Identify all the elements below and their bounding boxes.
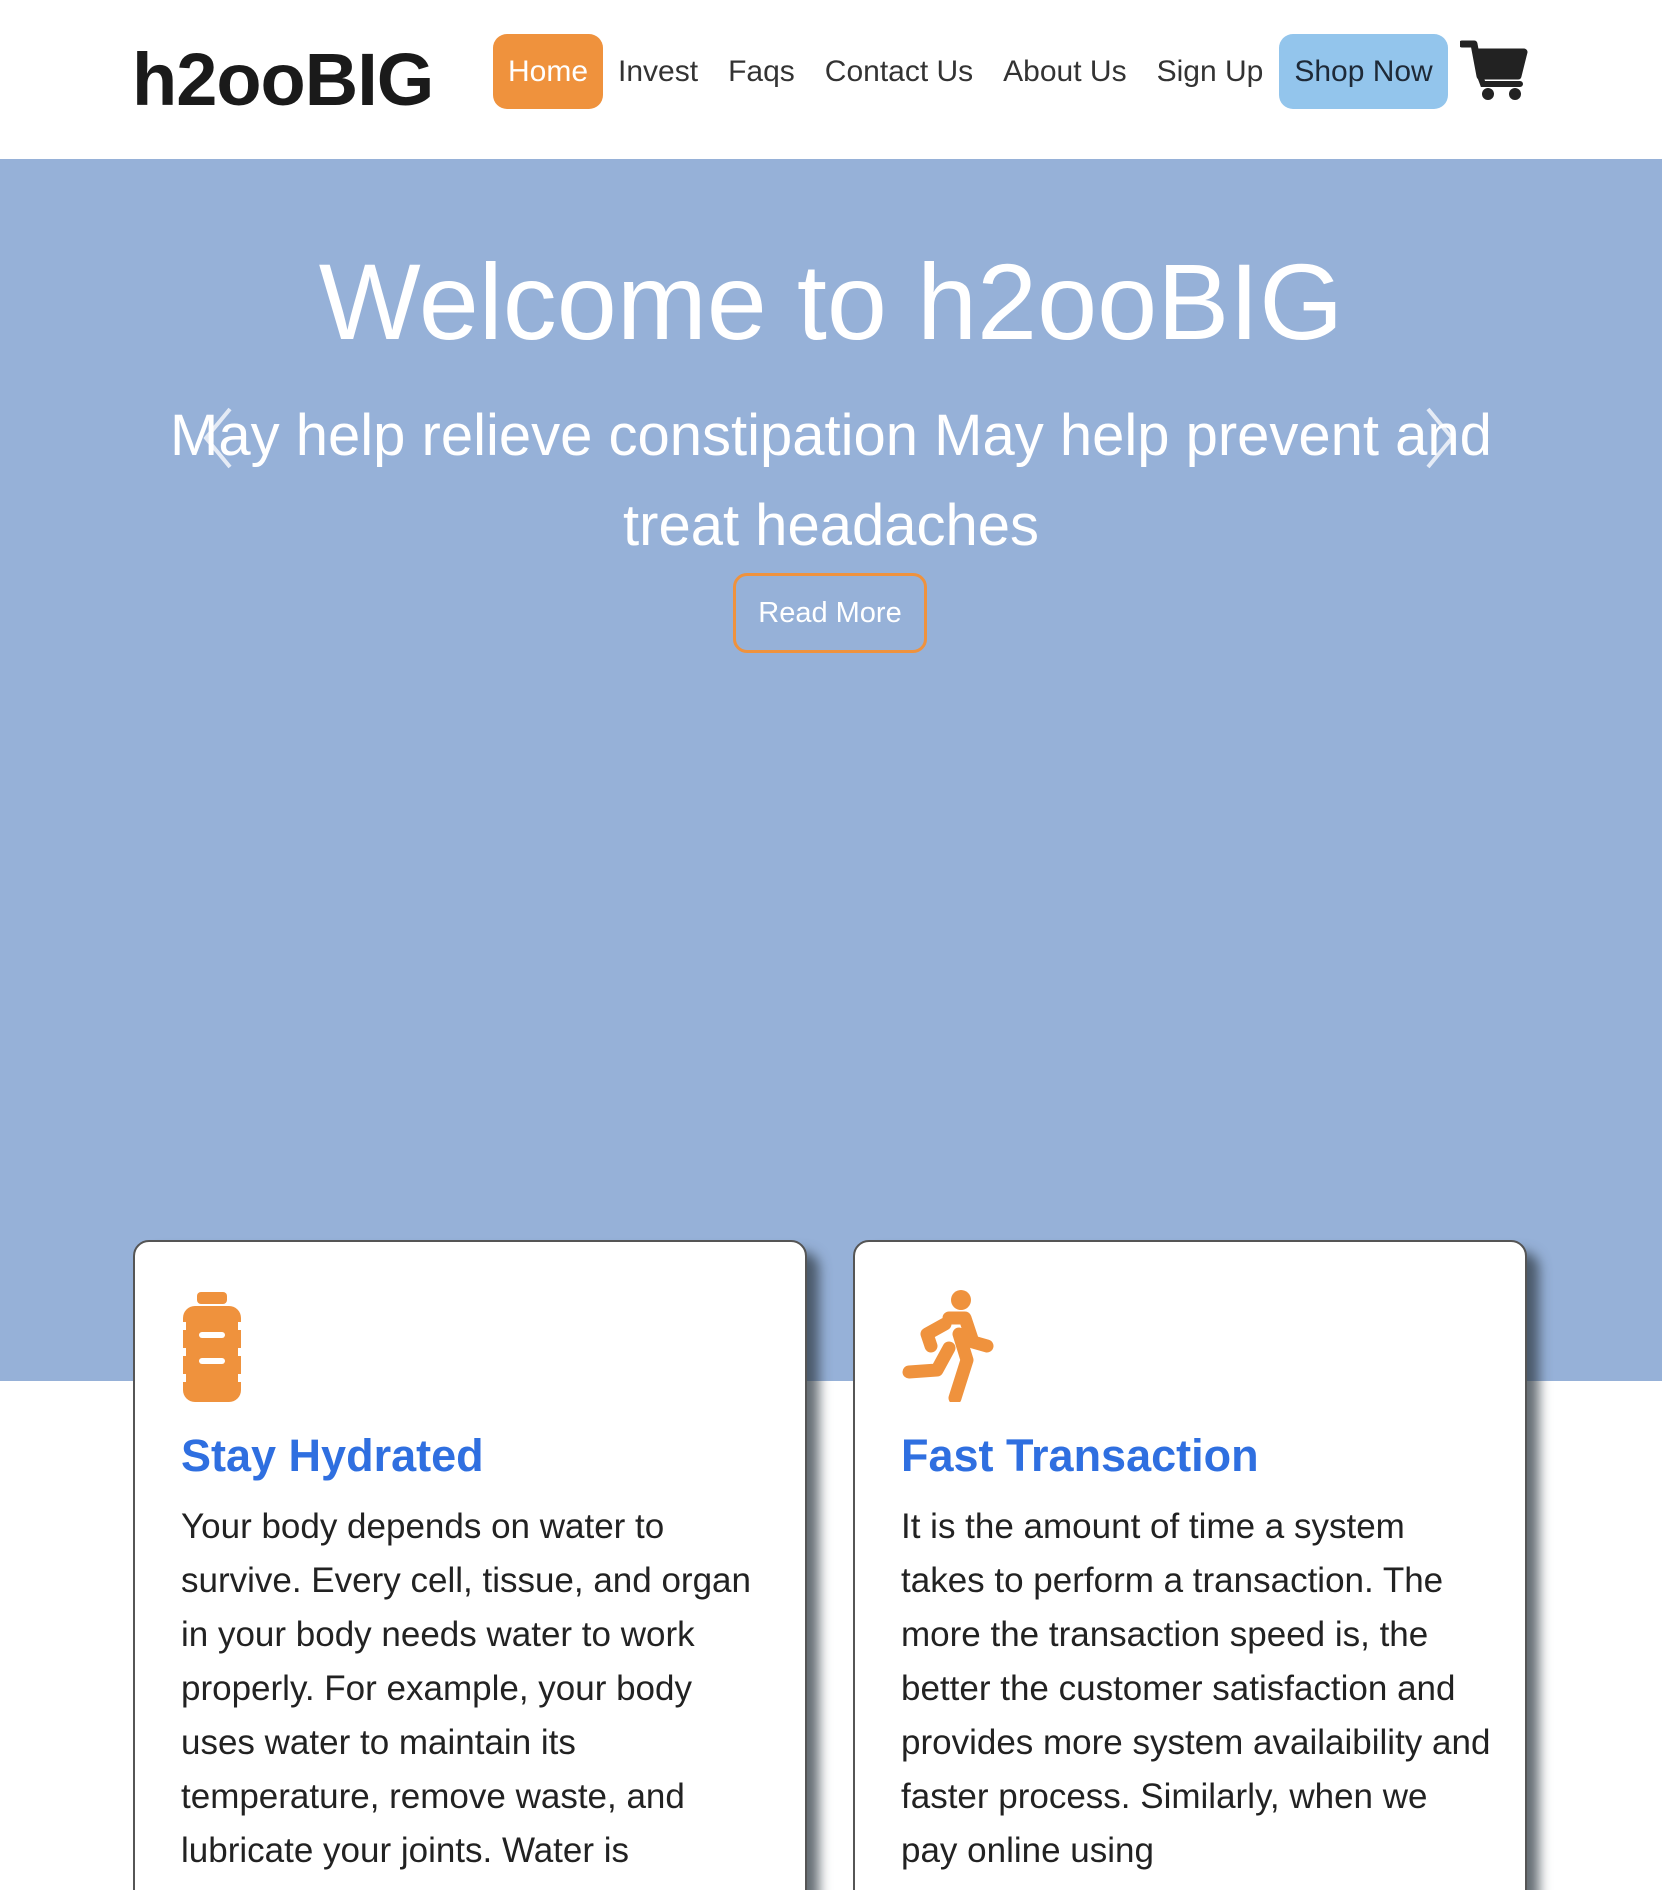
water-bottle-icon bbox=[181, 1292, 243, 1402]
shopping-cart-icon[interactable] bbox=[1460, 38, 1530, 102]
running-person-icon bbox=[902, 1290, 994, 1402]
nav-sign-up[interactable]: Sign Up bbox=[1142, 34, 1279, 109]
feature-card-transaction: Fast Transaction It is the amount of tim… bbox=[853, 1240, 1527, 1890]
nav-about-us[interactable]: About Us bbox=[988, 34, 1141, 109]
card-text: Your body depends on water to survive. E… bbox=[181, 1507, 751, 1870]
card-title[interactable]: Stay Hydrated bbox=[181, 1428, 484, 1484]
hero-carousel: Welcome to h2ooBIG May help relieve cons… bbox=[0, 159, 1662, 1381]
main-nav: Home Invest Faqs Contact Us About Us Sig… bbox=[493, 34, 1448, 109]
nav-contact-us[interactable]: Contact Us bbox=[810, 34, 988, 109]
nav-home[interactable]: Home bbox=[493, 34, 604, 109]
shop-now-button[interactable]: Shop Now bbox=[1279, 34, 1448, 109]
nav-invest[interactable]: Invest bbox=[603, 34, 713, 109]
hero-subtitle: May help relieve constipation May help p… bbox=[170, 403, 1492, 558]
chevron-left-icon[interactable] bbox=[198, 403, 238, 473]
chevron-right-icon[interactable] bbox=[1420, 403, 1460, 473]
read-more-button[interactable]: Read More bbox=[733, 573, 927, 653]
card-text: It is the amount of time a system takes … bbox=[901, 1507, 1491, 1870]
hero-title: Welcome to h2ooBIG bbox=[318, 241, 1344, 362]
feature-card-hydrated: Stay Hydrated Your body depends on water… bbox=[133, 1240, 807, 1890]
nav-faqs[interactable]: Faqs bbox=[713, 34, 810, 109]
card-title[interactable]: Fast Transaction bbox=[901, 1428, 1259, 1484]
top-navbar: h2ooBIG Home Invest Faqs Contact Us Abou… bbox=[0, 0, 1662, 159]
brand-logo[interactable]: h2ooBIG bbox=[132, 38, 434, 122]
